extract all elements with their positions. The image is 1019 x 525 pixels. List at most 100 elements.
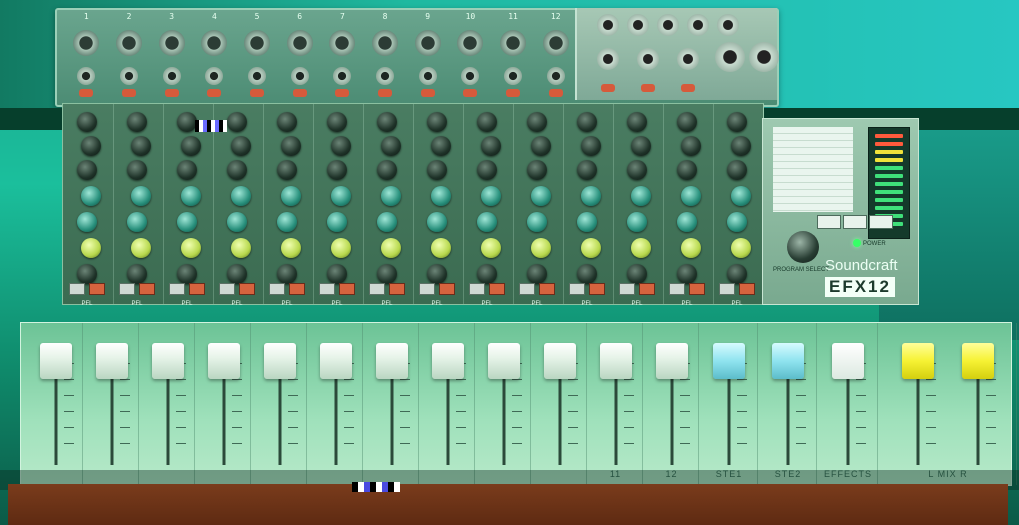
eq-knob[interactable] bbox=[731, 136, 751, 156]
eq-knob[interactable] bbox=[177, 212, 197, 232]
gain-knob[interactable] bbox=[581, 238, 601, 258]
eq-knob[interactable] bbox=[327, 160, 347, 180]
mute-button[interactable] bbox=[169, 283, 185, 295]
gain-knob[interactable] bbox=[681, 238, 701, 258]
jack-input[interactable] bbox=[364, 62, 407, 102]
eq-knob[interactable] bbox=[431, 136, 451, 156]
mute-button[interactable] bbox=[369, 283, 385, 295]
jack-input[interactable] bbox=[492, 62, 535, 102]
mute-button[interactable] bbox=[69, 283, 85, 295]
rca-input[interactable] bbox=[597, 14, 619, 36]
jack-input[interactable] bbox=[65, 62, 108, 102]
gain-knob[interactable] bbox=[431, 238, 451, 258]
jack-socket[interactable] bbox=[461, 67, 480, 85]
channel-fader[interactable] bbox=[375, 343, 408, 379]
channel-fader[interactable] bbox=[263, 343, 296, 379]
jack-input[interactable] bbox=[236, 62, 279, 102]
eq-knob[interactable] bbox=[227, 212, 247, 232]
eq-knob[interactable] bbox=[577, 112, 597, 132]
jack-socket[interactable] bbox=[205, 67, 224, 85]
eq-knob[interactable] bbox=[677, 112, 697, 132]
xlr-socket[interactable] bbox=[116, 30, 142, 56]
jack-input[interactable] bbox=[637, 48, 659, 70]
eq-knob[interactable] bbox=[181, 136, 201, 156]
xlr-socket[interactable] bbox=[414, 30, 441, 56]
eq-knob[interactable] bbox=[177, 112, 197, 132]
jack-socket[interactable] bbox=[77, 67, 96, 85]
jack-socket[interactable] bbox=[333, 67, 352, 85]
xlr-socket[interactable] bbox=[329, 30, 356, 56]
mute-button[interactable] bbox=[569, 283, 585, 295]
channel-fader[interactable] bbox=[655, 343, 688, 379]
mute-button[interactable] bbox=[719, 283, 735, 295]
eq-knob[interactable] bbox=[377, 160, 397, 180]
mute-button[interactable] bbox=[669, 283, 685, 295]
mute-button[interactable] bbox=[119, 283, 135, 295]
eq-knob[interactable] bbox=[581, 136, 601, 156]
jack-input[interactable] bbox=[321, 62, 364, 102]
eq-knob[interactable] bbox=[331, 136, 351, 156]
pfl-button[interactable] bbox=[539, 283, 555, 295]
eq-knob[interactable] bbox=[477, 212, 497, 232]
eq-knob[interactable] bbox=[427, 160, 447, 180]
xlr-socket[interactable] bbox=[73, 30, 100, 56]
eq-knob[interactable] bbox=[581, 186, 601, 206]
gain-knob[interactable] bbox=[631, 238, 651, 258]
gain-knob[interactable] bbox=[81, 238, 101, 258]
mute-button[interactable] bbox=[319, 283, 335, 295]
jack-input[interactable] bbox=[597, 48, 619, 70]
program-select-knob[interactable] bbox=[787, 231, 819, 263]
mute-button[interactable] bbox=[419, 283, 435, 295]
eq-knob[interactable] bbox=[127, 212, 147, 232]
xlr-socket[interactable] bbox=[500, 30, 527, 56]
eq-knob[interactable] bbox=[281, 136, 301, 156]
xlr-socket[interactable] bbox=[201, 30, 228, 56]
eq-knob[interactable] bbox=[277, 212, 297, 232]
eq-knob[interactable] bbox=[331, 186, 351, 206]
eq-knob[interactable] bbox=[131, 186, 151, 206]
pfl-button[interactable] bbox=[339, 283, 355, 295]
pfl-button[interactable] bbox=[439, 283, 455, 295]
eq-knob[interactable] bbox=[227, 112, 247, 132]
channel-fader[interactable] bbox=[39, 343, 72, 379]
eq-knob[interactable] bbox=[477, 160, 497, 180]
eq-knob[interactable] bbox=[77, 160, 97, 180]
pfl-button[interactable] bbox=[739, 283, 755, 295]
eq-knob[interactable] bbox=[681, 136, 701, 156]
jack-socket[interactable] bbox=[248, 67, 267, 85]
eq-knob[interactable] bbox=[527, 212, 547, 232]
fx-button[interactable] bbox=[869, 215, 893, 229]
rca-input[interactable] bbox=[627, 14, 649, 36]
mute-button[interactable] bbox=[469, 283, 485, 295]
eq-knob[interactable] bbox=[381, 186, 401, 206]
eq-knob[interactable] bbox=[227, 160, 247, 180]
jack-input[interactable] bbox=[278, 62, 321, 102]
xlr-output-right[interactable] bbox=[749, 42, 779, 72]
eq-knob[interactable] bbox=[177, 160, 197, 180]
eq-knob[interactable] bbox=[481, 186, 501, 206]
eq-knob[interactable] bbox=[481, 136, 501, 156]
pfl-button[interactable] bbox=[589, 283, 605, 295]
eq-knob[interactable] bbox=[327, 112, 347, 132]
gain-knob[interactable] bbox=[531, 238, 551, 258]
mute-button[interactable] bbox=[619, 283, 635, 295]
xlr-input[interactable] bbox=[406, 28, 449, 58]
xlr-input[interactable] bbox=[321, 28, 364, 58]
rca-output[interactable] bbox=[657, 14, 679, 36]
channel-fader[interactable] bbox=[207, 343, 240, 379]
eq-knob[interactable] bbox=[577, 212, 597, 232]
channel-fader[interactable] bbox=[487, 343, 520, 379]
jack-socket[interactable] bbox=[418, 67, 437, 85]
xlr-input[interactable] bbox=[449, 28, 492, 58]
pfl-button[interactable] bbox=[639, 283, 655, 295]
eq-knob[interactable] bbox=[727, 212, 747, 232]
jack-input[interactable] bbox=[406, 62, 449, 102]
xlr-socket[interactable] bbox=[457, 30, 484, 56]
jack-socket[interactable] bbox=[546, 67, 565, 85]
eq-knob[interactable] bbox=[377, 112, 397, 132]
xlr-input[interactable] bbox=[278, 28, 321, 58]
gain-knob[interactable] bbox=[331, 238, 351, 258]
eq-knob[interactable] bbox=[81, 136, 101, 156]
xlr-socket[interactable] bbox=[542, 30, 569, 56]
eq-knob[interactable] bbox=[381, 136, 401, 156]
